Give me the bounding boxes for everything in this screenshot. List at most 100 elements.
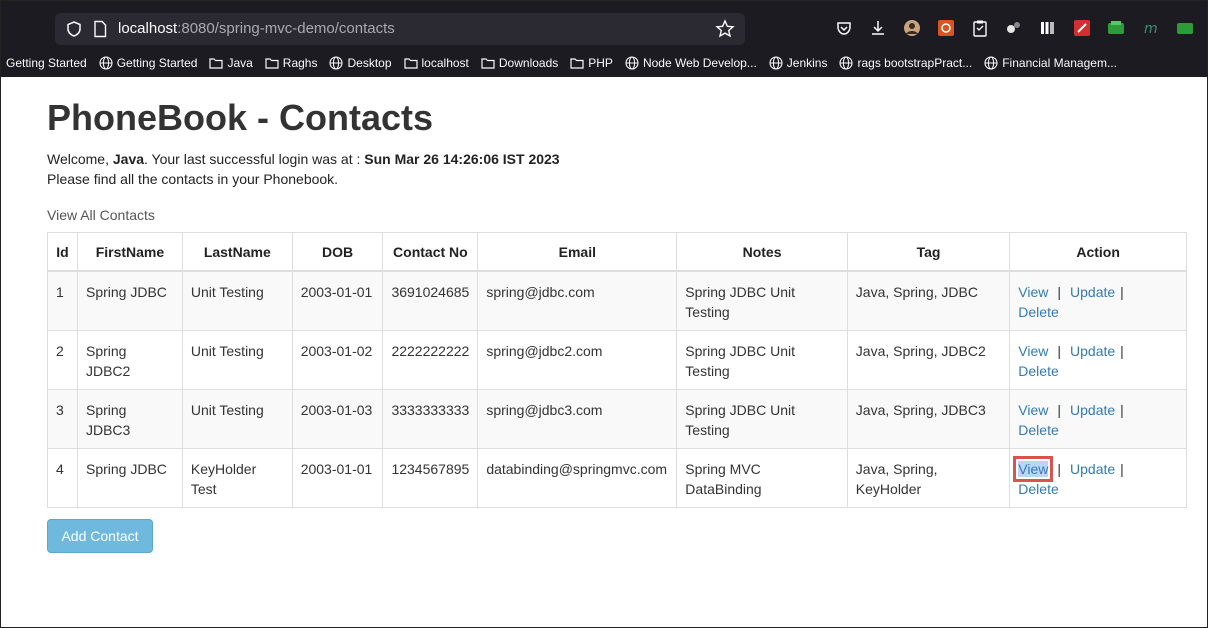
bookmark-item[interactable]: rags bootstrapPract... xyxy=(839,56,972,70)
bookmark-label: Raghs xyxy=(282,56,318,70)
address-bar[interactable]: localhost:8080/spring-mvc-demo/contacts xyxy=(55,13,745,45)
view-link[interactable]: View xyxy=(1013,456,1054,482)
bookmark-item[interactable]: Desktop xyxy=(329,56,392,70)
download-icon[interactable] xyxy=(867,17,889,39)
welcome-prefix: Welcome, xyxy=(47,151,113,167)
column-header: LastName xyxy=(181,232,293,272)
folder-icon xyxy=(403,57,418,69)
update-link[interactable]: Update xyxy=(1070,461,1115,477)
cell-dob: 2003-01-02 xyxy=(291,330,384,390)
cell-email: spring@jdbc.com xyxy=(477,270,678,331)
bookmark-item[interactable]: Node Web Develop... xyxy=(625,56,757,70)
welcome-mid: . Your last successful login was at : xyxy=(144,151,365,167)
delete-link[interactable]: Delete xyxy=(1018,363,1058,379)
cell-first-name: Spring JDBC3 xyxy=(76,389,183,449)
library-icon[interactable] xyxy=(1037,17,1059,39)
url-host: localhost xyxy=(118,20,178,37)
column-header: DOB xyxy=(291,232,384,272)
cell-email: spring@jdbc2.com xyxy=(477,330,678,390)
delete-link[interactable]: Delete xyxy=(1018,481,1058,497)
cell-notes: Spring JDBC Unit Testing xyxy=(676,389,848,449)
add-contact-button[interactable]: Add Contact xyxy=(47,519,153,553)
clipboard-icon[interactable] xyxy=(969,17,991,39)
bookmark-label: Getting Started xyxy=(116,56,198,70)
bookmark-label: Node Web Develop... xyxy=(642,56,757,70)
globe-icon xyxy=(329,56,344,70)
bookmarks-bar: Getting Started Getting Started Java Raghs D… xyxy=(1,51,1207,75)
cell-contact-no: 3691024685 xyxy=(382,270,479,331)
cell-notes: Spring JDBC Unit Testing xyxy=(676,330,848,390)
cell-first-name: Spring JDBC xyxy=(76,270,183,331)
bookmark-star-icon[interactable] xyxy=(715,19,735,39)
cell-last-name: Unit Testing xyxy=(181,389,293,449)
folder-icon xyxy=(481,57,495,69)
bookmark-label: Financial Managem... xyxy=(1002,56,1117,70)
bookmark-item[interactable]: PHP xyxy=(570,56,613,70)
action-separator: | xyxy=(1057,284,1062,300)
cell-notes: Spring MVC DataBinding xyxy=(676,448,848,508)
action-separator: | xyxy=(1057,343,1062,359)
shield-icon[interactable] xyxy=(65,20,83,38)
column-header: Contact No xyxy=(382,232,479,272)
cell-last-name: Unit Testing xyxy=(181,330,293,390)
bookmark-item[interactable]: Jenkins xyxy=(769,56,827,70)
cell-first-name: Spring JDBC2 xyxy=(76,330,183,390)
table-row: 4 Spring JDBC KeyHolder Test 2003-01-01 1234… xyxy=(47,448,1187,508)
toolbar-icons: m xyxy=(833,17,1195,41)
last-login-time: Sun Mar 26 14:26:06 IST 2023 xyxy=(364,151,560,167)
extension-red-icon[interactable] xyxy=(1071,17,1093,39)
bookmark-item[interactable]: Java xyxy=(209,56,253,70)
bookmark-item[interactable]: Raghs xyxy=(265,56,318,70)
cell-contact-no: 2222222222 xyxy=(382,330,479,390)
extension-m-icon[interactable]: m xyxy=(1139,17,1161,39)
cell-id: 2 xyxy=(47,330,78,390)
extension-puzzle-icon[interactable] xyxy=(1003,17,1025,39)
cell-action: View | Update | Delete xyxy=(1009,389,1187,449)
url-path: :8080/spring-mvc-demo/contacts xyxy=(177,20,395,37)
extension-green-icon[interactable] xyxy=(1105,17,1127,39)
view-link[interactable]: View xyxy=(1018,343,1048,359)
action-separator: | xyxy=(1057,402,1062,418)
cell-tag: Java, Spring, JDBC xyxy=(846,270,1011,331)
update-link[interactable]: Update xyxy=(1070,402,1115,418)
delete-link[interactable]: Delete xyxy=(1018,304,1058,320)
bookmark-item[interactable]: Downloads xyxy=(481,56,558,70)
view-link[interactable]: View xyxy=(1018,402,1048,418)
bookmark-item[interactable]: Getting Started xyxy=(99,56,198,70)
folder-icon xyxy=(265,57,279,69)
extension-orange-icon[interactable] xyxy=(935,17,957,39)
user-name: Java xyxy=(112,151,145,167)
browser-chrome: localhost:8080/spring-mvc-demo/contacts … xyxy=(1,1,1207,77)
action-separator: | xyxy=(1057,461,1062,477)
column-header: Email xyxy=(477,232,678,272)
profile-avatar-icon[interactable] xyxy=(901,17,923,39)
action-separator: | xyxy=(1120,343,1124,359)
cell-action: View | Update | Delete xyxy=(1009,330,1187,390)
pocket-icon[interactable] xyxy=(833,17,855,39)
update-link[interactable]: Update xyxy=(1070,284,1115,300)
view-all-contacts-link[interactable]: View All Contacts xyxy=(47,207,155,223)
table-row: 3 Spring JDBC3 Unit Testing 2003-01-03 33333… xyxy=(47,389,1187,449)
page-title: PhoneBook - Contacts xyxy=(47,97,434,138)
cell-dob: 2003-01-01 xyxy=(291,448,384,508)
delete-link[interactable]: Delete xyxy=(1018,422,1058,438)
bookmark-item[interactable]: Financial Managem... xyxy=(984,56,1117,70)
bookmark-item[interactable]: Getting Started xyxy=(6,56,87,70)
extension-partial-icon[interactable] xyxy=(1173,17,1195,39)
bookmark-label: Downloads xyxy=(498,56,559,70)
cell-last-name: Unit Testing xyxy=(181,270,293,331)
action-separator: | xyxy=(1120,461,1124,477)
bookmark-label: localhost xyxy=(421,56,469,70)
cell-contact-no: 3333333333 xyxy=(382,389,479,449)
update-link[interactable]: Update xyxy=(1070,343,1115,359)
cell-email: spring@jdbc3.com xyxy=(477,389,678,449)
column-header: FirstName xyxy=(76,232,183,272)
cell-notes: Spring JDBC Unit Testing xyxy=(676,270,848,331)
column-header: Notes xyxy=(676,232,848,272)
url-text[interactable]: localhost:8080/spring-mvc-demo/contacts xyxy=(118,20,395,37)
cell-action: View | Update | Delete xyxy=(1009,270,1187,331)
bookmark-item[interactable]: localhost xyxy=(403,56,469,70)
folder-icon xyxy=(209,57,224,69)
view-link[interactable]: View xyxy=(1018,284,1048,300)
bookmark-label: rags bootstrapPract... xyxy=(857,56,973,70)
